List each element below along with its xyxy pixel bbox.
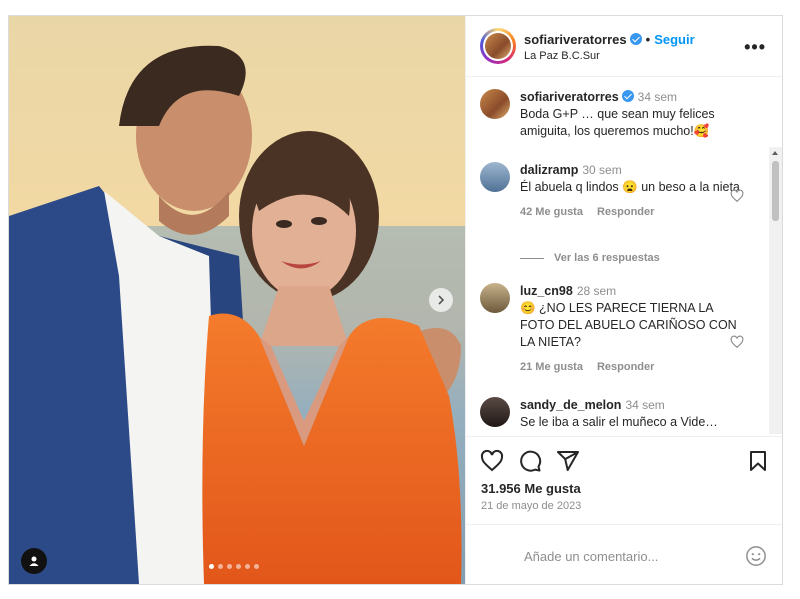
tagged-users-button[interactable] [21, 548, 47, 574]
like-icon[interactable] [480, 449, 504, 473]
comment-time[interactable]: 28 sem [577, 284, 616, 298]
post-date[interactable]: 21 de mayo de 2023 [481, 500, 581, 512]
comment-composer: Añade un comentario... [466, 524, 782, 584]
avatar[interactable] [480, 397, 510, 427]
header-username-row: sofiariveratorres • Seguir [524, 32, 695, 47]
view-replies-button[interactable]: Ver las 6 respuestas [520, 252, 660, 264]
comment-text: Él abuela q lindos 😦 un beso a la nieta [520, 180, 740, 194]
post-header: sofiariveratorres • Seguir La Paz B.C.Sur … [466, 16, 782, 77]
follow-button[interactable]: Seguir [654, 32, 694, 47]
avatar[interactable] [480, 283, 510, 313]
carousel-dot[interactable] [254, 564, 259, 569]
comments-scrollbar[interactable] [769, 147, 782, 434]
post-photo [9, 16, 465, 584]
comment-text: Boda G+P … que sean muy felices amiguita… [520, 107, 715, 138]
scroll-up-icon[interactable] [772, 151, 778, 155]
comment-meta: 21 Me gusta Responder [520, 359, 740, 376]
avatar[interactable] [480, 89, 510, 119]
location-link[interactable]: La Paz B.C.Sur [524, 50, 600, 62]
scroll-thumb[interactable] [772, 161, 779, 221]
avatar[interactable] [480, 28, 516, 64]
emoji-icon[interactable] [745, 545, 767, 567]
reply-button[interactable]: Responder [597, 361, 654, 373]
comment-likes[interactable]: 21 Me gusta [520, 361, 583, 373]
user-icon [29, 556, 39, 566]
chevron-right-icon [438, 295, 445, 305]
comment-username[interactable]: sofiariveratorres [520, 90, 619, 104]
like-comment-icon[interactable] [730, 335, 744, 349]
comments-list: sofiariveratorres 34 sem Boda G+P … que s… [466, 77, 782, 434]
comment-username[interactable]: sandy_de_melon [520, 398, 621, 412]
comment-input[interactable]: Añade un comentario... [524, 549, 658, 564]
comment-meta: 42 Me gusta Responder [520, 204, 740, 221]
likes-count[interactable]: 31.956 Me gusta [481, 481, 581, 496]
comment-username[interactable]: dalizramp [520, 163, 578, 177]
comment-likes[interactable]: 42 Me gusta [520, 206, 583, 218]
comment-time[interactable]: 30 sem [582, 163, 621, 177]
next-photo-button[interactable] [429, 288, 453, 312]
verified-icon [621, 90, 634, 102]
carousel-dots [209, 564, 259, 569]
comment-username[interactable]: luz_cn98 [520, 284, 573, 298]
post-side-panel: sofiariveratorres • Seguir La Paz B.C.Sur … [465, 16, 782, 584]
carousel-dot[interactable] [218, 564, 223, 569]
reply-button[interactable]: Responder [597, 206, 654, 218]
post-image [9, 16, 465, 584]
comment-text: 😊 ¿NO LES PARECE TIERNA LA FOTO DEL ABUE… [520, 301, 737, 349]
separator-dot: • [645, 32, 651, 47]
verified-icon [629, 33, 642, 45]
comment-time[interactable]: 34 sem [625, 398, 664, 412]
comment-time[interactable]: 34 sem [638, 90, 677, 104]
carousel-dot[interactable] [209, 564, 214, 569]
carousel-dot[interactable] [236, 564, 241, 569]
save-icon[interactable] [746, 449, 770, 473]
carousel-dot[interactable] [245, 564, 250, 569]
comment-icon[interactable] [518, 449, 542, 473]
share-icon[interactable] [556, 449, 580, 473]
action-bar [466, 436, 782, 485]
avatar[interactable] [480, 162, 510, 192]
comment-text: Se le iba a salir el muñeco a Vide… [520, 415, 718, 429]
more-options-icon[interactable]: ••• [744, 37, 766, 58]
carousel-dot[interactable] [227, 564, 232, 569]
like-comment-icon[interactable] [730, 189, 744, 203]
post-dialog: sofiariveratorres • Seguir La Paz B.C.Sur … [8, 15, 783, 585]
header-username[interactable]: sofiariveratorres [524, 32, 627, 47]
